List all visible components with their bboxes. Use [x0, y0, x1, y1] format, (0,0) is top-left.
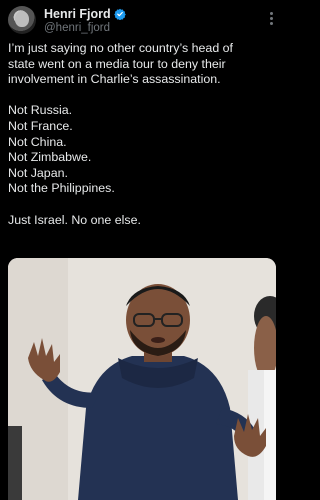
tweet-header: Henri Fjord @henri_fjord [8, 4, 276, 38]
tweet-line: Just Israel. No one else. [8, 212, 141, 227]
tweet-line: state went on a media tour to deny their [8, 56, 226, 71]
author-name-row: Henri Fjord [44, 6, 126, 22]
tweet-line: Not Zimbabwe. [8, 150, 92, 165]
author-name[interactable]: Henri Fjord [44, 7, 111, 21]
tweet-line: Not the Philippines. [8, 181, 115, 196]
meme-illustration [8, 258, 276, 500]
avatar[interactable] [8, 6, 36, 34]
tweet-line: involvement in Charlie’s assassination. [8, 72, 221, 87]
tweet-line: Not France. [8, 118, 73, 133]
tweet-media-image[interactable] [8, 258, 276, 500]
verified-badge-icon [113, 8, 126, 20]
tweet-line: Not China. [8, 134, 67, 149]
author-handle[interactable]: @henri_fjord [44, 22, 110, 34]
tweet-line: Not Russia. [8, 103, 73, 118]
tweet-text: I’m just saying no other country’s head … [8, 41, 278, 228]
tweet-line: Not Japan. [8, 165, 68, 180]
tweet-line: I’m just saying no other country’s head … [8, 41, 233, 55]
more-options-icon[interactable] [268, 10, 274, 28]
